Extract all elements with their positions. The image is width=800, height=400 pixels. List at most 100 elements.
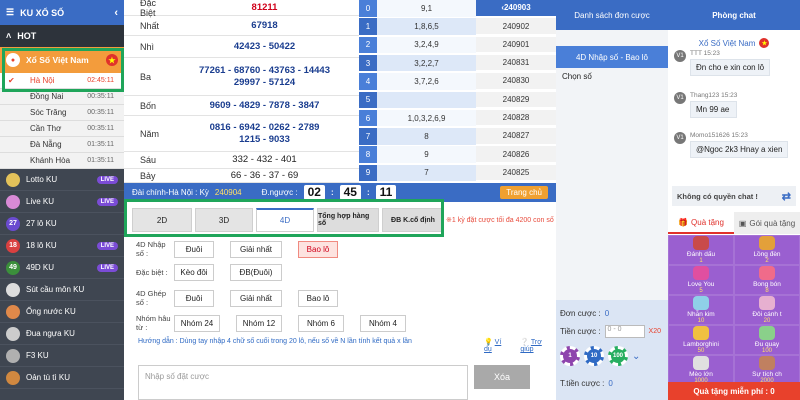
tab-gifts[interactable]: 🎁 Quà tặng	[668, 212, 734, 234]
gift-icon	[759, 296, 775, 310]
history-draw-number: 240830	[502, 76, 530, 86]
gift-price: 2	[765, 258, 769, 264]
tab-gift-packs[interactable]: ▣ Gói quà tặng	[734, 212, 800, 234]
region-countdown: 00:35:11	[87, 125, 114, 132]
history-draw[interactable]: 240830	[476, 73, 556, 90]
gift-icon	[693, 266, 709, 280]
help-link[interactable]: ❔ Trợ giúp	[520, 338, 556, 353]
bet-option-button[interactable]: Giải nhất	[230, 289, 282, 307]
sidebar-item-game[interactable]: Live KU LIVE	[0, 191, 124, 213]
clear-button[interactable]: Xóa	[474, 365, 530, 389]
sidebar-item-game[interactable]: Ống nước KU	[0, 301, 124, 323]
gift-name: Love You	[687, 281, 715, 288]
refresh-icon[interactable]: ⇄	[782, 190, 791, 203]
gift-item[interactable]: Love You 5	[668, 265, 734, 295]
bet-option-button[interactable]: ĐB(Đuôi)	[230, 264, 282, 281]
chip-100[interactable]: 100	[608, 346, 628, 366]
bet-option-button[interactable]: Bao lô	[298, 289, 338, 307]
history-draw[interactable]: 240825	[476, 164, 556, 182]
history-draw[interactable]: 240901	[476, 36, 556, 54]
sidebar-item-region[interactable]: Đà Nẵng 01:35:11	[0, 137, 124, 153]
gift-item[interactable]: Nhẫn kim 10	[668, 295, 734, 325]
sidebar-item-game[interactable]: 49 49D KU LIVE	[0, 257, 124, 279]
sidebar-item-region[interactable]: Sóc Trăng 00:35:11	[0, 105, 124, 121]
digit-values: 1,8,6,5	[377, 18, 476, 35]
stake-label: Tiền cược :	[560, 326, 601, 336]
history-draw[interactable]: 240827	[476, 128, 556, 145]
gift-item[interactable]: Đu quay 100	[734, 325, 800, 355]
digit-row: 97	[359, 164, 476, 182]
home-button[interactable]: Trang chủ	[500, 186, 548, 199]
hot-section[interactable]: ˄ HOT	[0, 25, 124, 47]
chat-message-text: Mn 99 ae	[690, 101, 738, 118]
gift-name: Đôi cánh t	[752, 311, 782, 318]
history-draw[interactable]: 240828	[476, 109, 556, 127]
game-label: Ống nước KU	[26, 307, 76, 316]
bet-option-button[interactable]: Nhóm 12	[236, 314, 282, 332]
multiplier: X20	[648, 327, 662, 335]
history-draw[interactable]: ‹ 240903	[476, 0, 556, 17]
gift-icon: 🎁	[678, 217, 689, 227]
gift-item[interactable]: Đôi cánh t 20	[734, 295, 800, 325]
bet-option-button[interactable]: Nhóm 4	[360, 314, 406, 332]
bet-option-button[interactable]: Kèo đôi	[174, 264, 214, 281]
gift-price: 1	[699, 258, 703, 264]
stake-input[interactable]: 0 - 0	[604, 324, 645, 338]
chevron-up-icon: ˄	[6, 31, 12, 41]
bet-option-button[interactable]: Nhóm 24	[174, 314, 220, 332]
chip-10[interactable]: 10	[584, 346, 604, 366]
sidebar-item-game[interactable]: 18 18 lô KU LIVE	[0, 235, 124, 257]
history-draw-number: 240903	[503, 3, 531, 13]
option-row: 4D Ghép số : Đuôi Giải nhất Bao lô	[136, 289, 354, 307]
digit-key: 0	[359, 0, 377, 17]
live-badge: LIVE	[96, 263, 118, 272]
digit-key: 9	[359, 164, 377, 182]
chat-message-meta: Momo151626 15:23	[690, 132, 748, 139]
chevron-down-icon[interactable]: ⌄	[632, 351, 640, 362]
bet-option-button[interactable]: Nhóm 6	[298, 314, 344, 332]
option-row: 4D Nhập số : Đuôi Giải nhất Bao lô	[136, 240, 354, 258]
option-row-label: 4D Ghép số :	[136, 289, 167, 307]
sidebar-item-game[interactable]: Sút cầu môn KU	[0, 279, 124, 301]
bet-option-button[interactable]: Đuôi	[174, 240, 214, 258]
gift-icon	[759, 326, 775, 340]
gift-item[interactable]: Lồng đèn 2	[734, 235, 800, 265]
digit-row: 1 1,8,6,5	[359, 18, 476, 35]
chevron-left-icon[interactable]: ‹	[114, 7, 118, 19]
example-link[interactable]: 💡 Ví dụ	[484, 338, 510, 353]
chat-message-text: Đn cho e xin con lô	[690, 59, 771, 76]
sidebar-item-game[interactable]: Đua ngựa KU	[0, 323, 124, 345]
sidebar-item-game[interactable]: Oản tù tì KU	[0, 367, 124, 389]
bet-option-button[interactable]: Đuôi	[174, 289, 214, 307]
gift-item[interactable]: Đánh dấu 1	[668, 235, 734, 265]
menu-icon[interactable]: ☰	[6, 7, 14, 18]
digit-row: 2 3,2,4,9	[359, 36, 476, 54]
gift-item[interactable]: Sự tích ch 2000	[734, 355, 800, 385]
chip-1[interactable]: 1	[560, 346, 580, 366]
history-draw[interactable]: 240831	[476, 54, 556, 72]
vietnam-flag-icon: ★	[759, 38, 770, 48]
history-draw[interactable]: 240829	[476, 91, 556, 108]
gift-icon	[693, 356, 709, 370]
chat-message-text: @Ngoc 2k3 Hnay a xien	[690, 141, 789, 158]
sidebar-item-region[interactable]: Cần Thơ 00:35:11	[0, 121, 124, 137]
prize-name: Bảy	[140, 170, 156, 181]
bet-number-input[interactable]: Nhập số đặt cược	[138, 365, 468, 400]
history-draw[interactable]: 240902	[476, 18, 556, 35]
bet-option-button[interactable]: Bao lô	[298, 240, 338, 258]
gift-icon	[693, 296, 709, 310]
sidebar-item-region[interactable]: Khánh Hòa 01:35:11	[0, 153, 124, 169]
sidebar-item-game[interactable]: F3 KU	[0, 345, 124, 367]
results-table: Đặc Biệt 81211 Nhất 67918 Nhì 42423 - 50422 Ba…	[124, 0, 556, 183]
gift-item[interactable]: Mèo lớn 1000	[668, 355, 734, 385]
bet-option-button[interactable]: Giải nhất	[230, 240, 282, 258]
history-draw[interactable]: 240826	[476, 146, 556, 163]
gift-price: 20	[763, 318, 771, 324]
gift-name: Mèo lớn	[689, 371, 713, 378]
gift-item[interactable]: Lamborghini 50	[668, 325, 734, 355]
sidebar-item-game[interactable]: 27 27 lô KU	[0, 213, 124, 235]
sidebar-item-game[interactable]: Lotto KU LIVE	[0, 169, 124, 191]
gift-item[interactable]: Bong bón 8	[734, 265, 800, 295]
selected-bet-type: 4D Nhập số - Bao lô	[556, 46, 668, 68]
history-draw-number: 240902	[502, 21, 530, 31]
